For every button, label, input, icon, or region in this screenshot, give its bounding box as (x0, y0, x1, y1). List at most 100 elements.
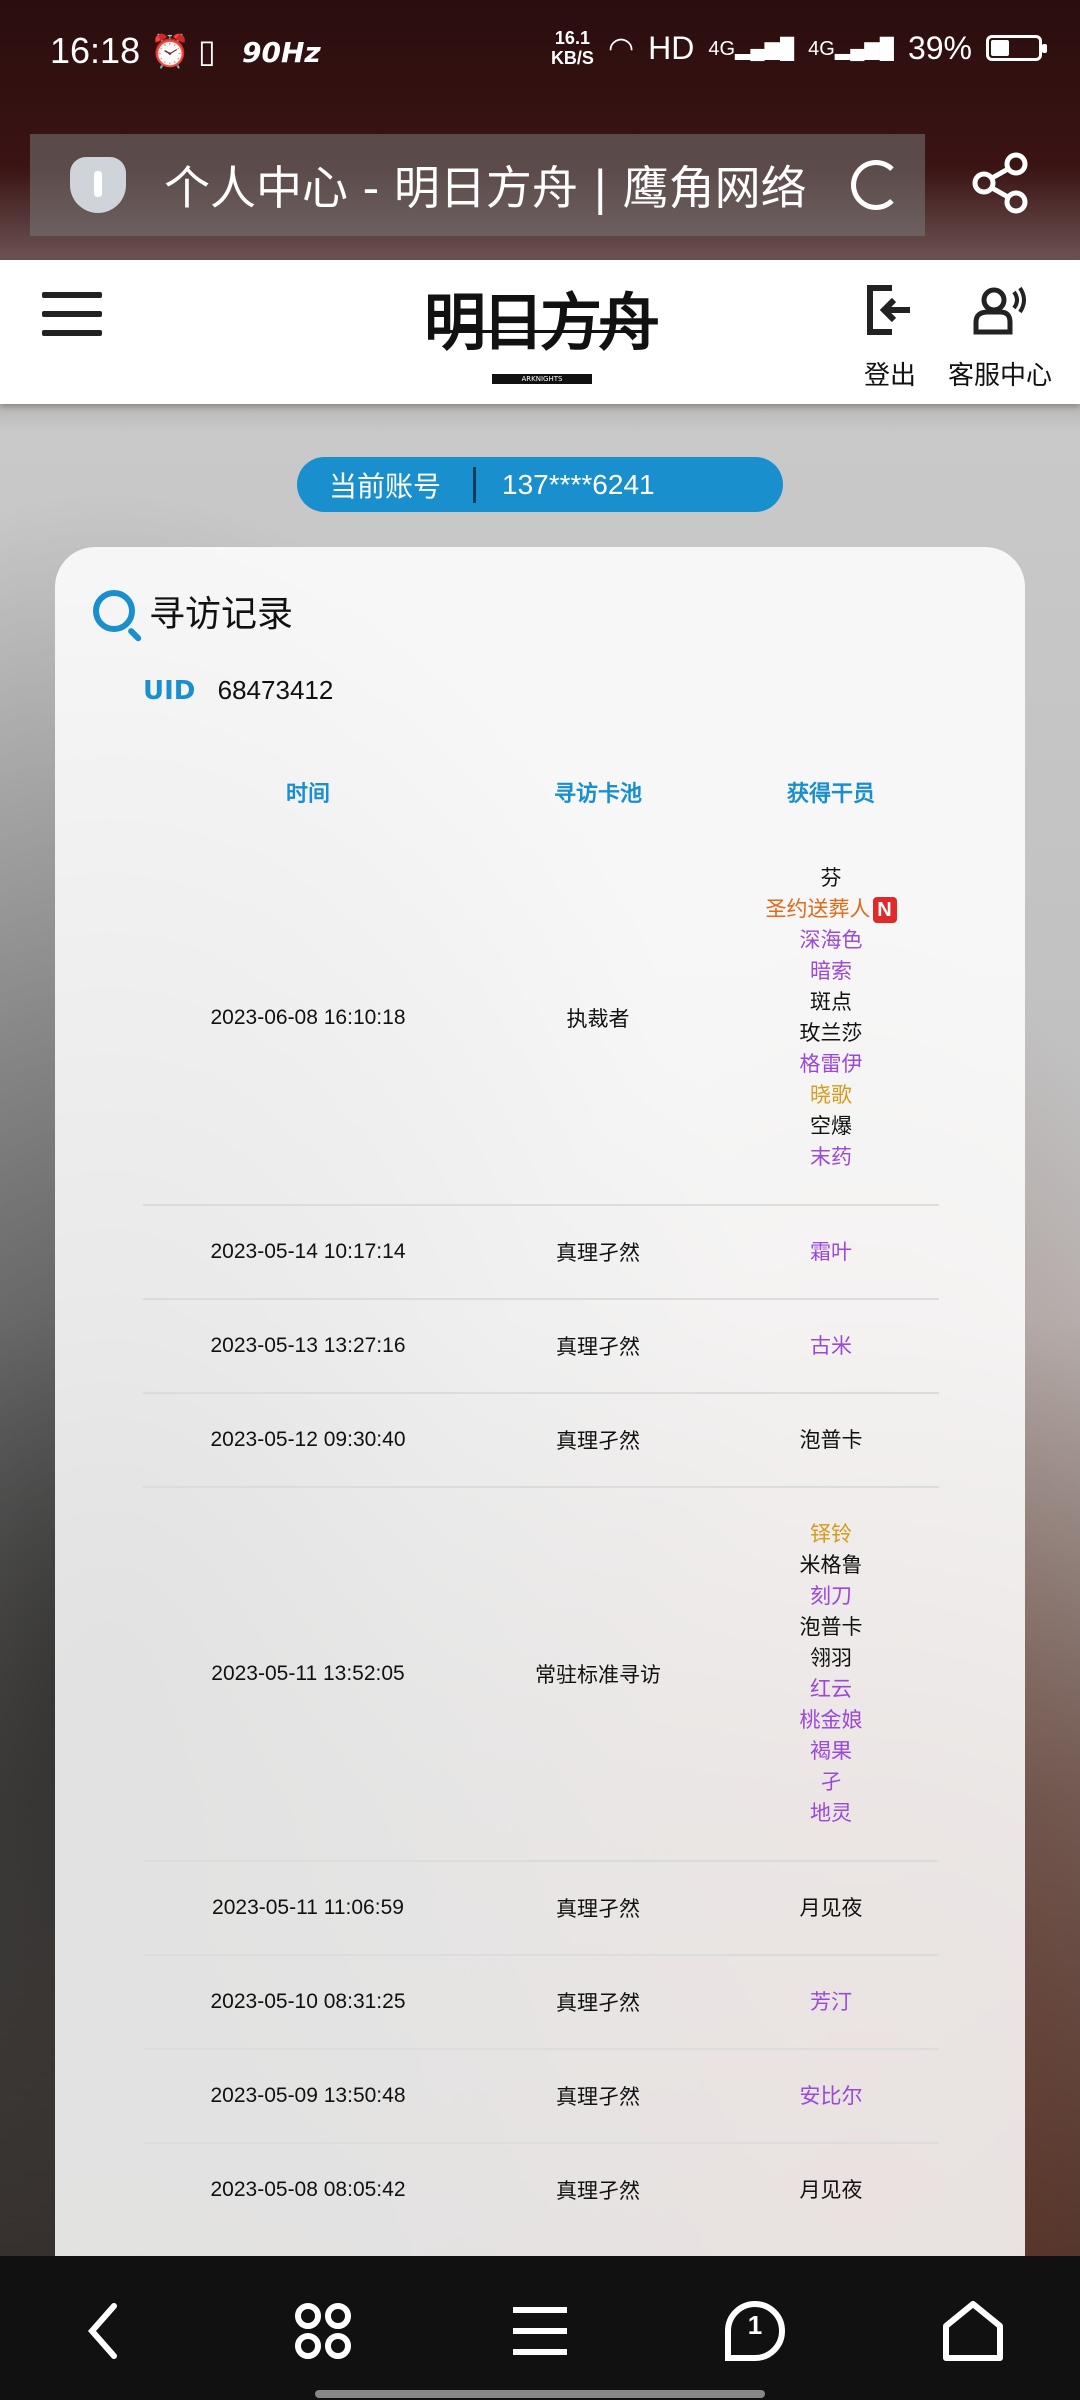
row-time: 2023-05-08 08:05:42 (210, 2178, 406, 2201)
row-time: 2023-06-08 16:10:18 (210, 1006, 406, 1029)
row-operators: 芬圣约送葬人 N 深海色 暗索 斑点 玫兰莎 格雷伊 晓歌 空爆 末药 (723, 863, 939, 1173)
row-operators: 芳汀 (723, 1987, 939, 2018)
table-row: 2023-05-10 08:31:25 真理孑然 芳汀 (143, 1956, 939, 2050)
status-bar: 16:18 ⏰ ▯ 90Hz 16.1 KB/S ◠ HD 4G▂▄▆█ 4G▂… (0, 0, 1080, 110)
security-shield-icon[interactable] (70, 157, 126, 213)
network-type: HD (648, 29, 695, 66)
operator-name: 霜叶 (810, 1239, 852, 1264)
row-time: 2023-05-12 09:30:40 (210, 1428, 406, 1451)
site-header: 明日方舟 ARKNIGHTS 登出 客服中心 (0, 260, 1080, 404)
account-value: 137****6241 (502, 468, 655, 500)
operator-name: 地灵 (810, 1801, 852, 1825)
table-row: 2023-05-11 11:06:59 真理孑然 月见夜 (143, 1862, 939, 1956)
operator-name: 刻刀 (810, 1584, 852, 1608)
operator-name: 泡普卡 (799, 1427, 863, 1452)
address-bar[interactable]: 个人中心 - 明日方舟 | 鹰角网络 (30, 134, 925, 236)
net-speed: 16.1 KB/S (550, 28, 594, 68)
operator-name: 翎羽 (810, 1646, 852, 1670)
col-operators: 获得干员 (786, 782, 875, 807)
logout-button[interactable]: 登出 (862, 282, 918, 392)
row-pool: 执裁者 (566, 1007, 630, 1031)
row-pool: 真理孑然 (556, 1335, 640, 1359)
customer-service-icon (973, 286, 1026, 335)
row-operators: 古米 (723, 1331, 939, 1362)
row-time: 2023-05-09 13:50:48 (210, 2084, 406, 2107)
back-icon[interactable] (72, 2296, 142, 2366)
apps-icon[interactable] (288, 2296, 358, 2366)
menu-icon[interactable] (505, 2296, 575, 2366)
operator-name: 玫兰莎 (799, 1021, 863, 1045)
share-icon[interactable] (970, 152, 1032, 214)
customer-service-label: 客服中心 (948, 361, 1053, 391)
account-label: 当前账号 (328, 469, 441, 503)
row-pool: 真理孑然 (556, 2179, 640, 2203)
home-icon[interactable] (938, 2296, 1008, 2366)
row-time: 2023-05-10 08:31:25 (210, 1990, 406, 2013)
operator-name: 格雷伊 (799, 1052, 863, 1076)
wifi-icon: ◠ (607, 31, 635, 65)
gacha-table: 时间 寻访卡池 获得干员 2023-06-08 16:10:18 执裁者 芬圣约送葬… (143, 752, 939, 2236)
menu-icon[interactable] (42, 292, 102, 336)
logout-label: 登出 (863, 361, 916, 391)
row-pool: 常驻标准寻访 (535, 1663, 661, 1687)
row-pool: 真理孑然 (556, 1429, 640, 1453)
page-title[interactable]: 个人中心 - 明日方舟 | 鹰角网络 (164, 152, 851, 218)
col-time: 时间 (285, 782, 330, 807)
table-row: 2023-05-14 10:17:14 真理孑然 霜叶 (143, 1206, 939, 1300)
operator-name: 安比尔 (799, 2083, 863, 2108)
operator-name: 红云 (810, 1677, 852, 1701)
tabs-button[interactable]: 1 (720, 2296, 790, 2366)
table-row: 2023-05-08 08:05:42 真理孑然 月见夜 (143, 2144, 939, 2236)
col-pool: 寻访卡池 (553, 782, 642, 807)
table-row: 2023-05-13 13:27:16 真理孑然 古米 (143, 1300, 939, 1394)
operator-name: 空爆 (810, 1114, 852, 1138)
table-body: 2023-06-08 16:10:18 执裁者 芬圣约送葬人 N 深海色 暗索 斑点 玫兰莎格… (143, 832, 939, 2236)
row-time: 2023-05-13 13:27:16 (210, 1334, 406, 1357)
operator-name: 铎铃 (810, 1522, 852, 1546)
vibrate-icon: ▯ (198, 32, 216, 70)
table-row: 2023-05-12 09:30:40 真理孑然 泡普卡 (143, 1394, 939, 1488)
gesture-bar[interactable] (315, 2390, 765, 2398)
uid-line: UID 68473412 (143, 675, 333, 706)
operator-name: 孑 (820, 1770, 842, 1794)
reload-icon[interactable] (851, 160, 901, 210)
uid-label: UID (143, 676, 196, 706)
operator-name: 芳汀 (810, 1989, 852, 2014)
record-card: 寻访记录 UID 68473412 时间 寻访卡池 获得干员 2023-06-0… (55, 547, 1025, 2267)
operator-name: 芬 (820, 866, 842, 890)
uid-value: 68473412 (217, 675, 334, 705)
row-time: 2023-05-11 13:52:05 (211, 1662, 405, 1685)
battery-percent: 39% (907, 29, 972, 66)
operator-name: 月见夜 (799, 1895, 863, 1920)
table-row: 2023-05-11 13:52:05 常驻标准寻访 铎铃 米格鲁 刻刀 泡普卡 翎羽 红云桃… (143, 1488, 939, 1862)
table-header: 时间 寻访卡池 获得干员 (143, 752, 939, 832)
operator-name: 斑点 (810, 990, 852, 1014)
operator-name: 末药 (810, 1145, 852, 1169)
signal-icon-2: 4G▂▄▆█ (808, 37, 894, 60)
row-pool: 真理孑然 (556, 1991, 640, 2015)
arknights-logo[interactable]: 明日方舟 ARKNIGHTS (420, 278, 660, 388)
operator-name: 暗索 (810, 959, 852, 983)
refresh-rate: 90Hz (242, 36, 321, 69)
operator-name: 月见夜 (799, 2177, 863, 2202)
clock: 16:18 (50, 30, 141, 71)
table-row: 2023-05-09 13:50:48 真理孑然 安比尔 (143, 2050, 939, 2144)
operator-name: 深海色 (799, 928, 863, 952)
status-right-icons: 16.1 KB/S ◠ HD 4G▂▄▆█ 4G▂▄▆█ 39% (550, 28, 1047, 68)
record-title: 寻访记录 (93, 585, 293, 637)
customer-service-button[interactable]: 客服中心 (948, 282, 1052, 392)
row-operators: 安比尔 (723, 2081, 939, 2112)
row-time: 2023-05-11 11:06:59 (212, 1896, 404, 1919)
row-pool: 真理孑然 (556, 1897, 640, 1921)
new-badge: N (872, 897, 897, 923)
browser-bottom-nav: 1 (0, 2256, 1080, 2400)
row-operators: 月见夜 (723, 1893, 939, 1924)
logout-icon (867, 285, 910, 335)
current-account-pill: 当前账号 137****6241 (297, 457, 783, 512)
operator-name: 褐果 (810, 1739, 852, 1763)
row-operators: 霜叶 (723, 1237, 939, 1268)
battery-icon (986, 35, 1047, 61)
row-time: 2023-05-14 10:17:14 (210, 1240, 406, 1263)
search-icon (93, 590, 135, 632)
operator-name: 古米 (810, 1333, 852, 1358)
